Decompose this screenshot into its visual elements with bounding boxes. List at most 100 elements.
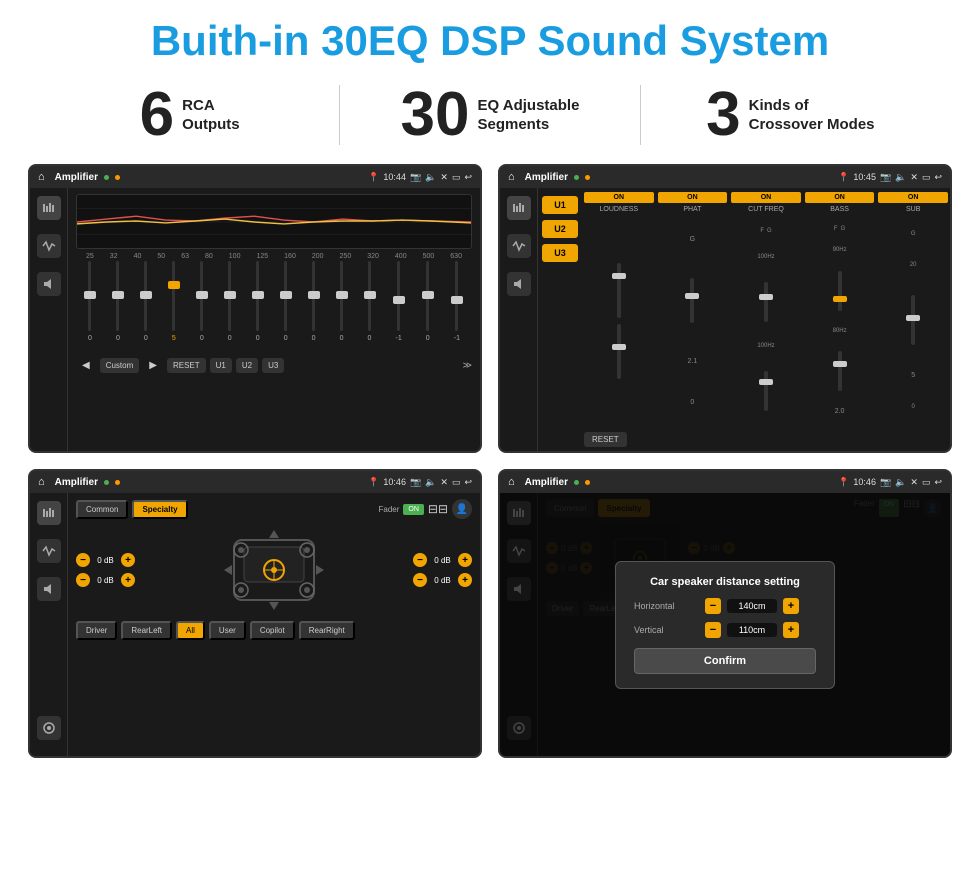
eq-sidebar-speaker[interactable] bbox=[37, 272, 61, 296]
xover-sidebar-eq[interactable] bbox=[507, 196, 531, 220]
pin-icon-br: 📍 bbox=[838, 477, 849, 488]
window-icon: ▭ bbox=[452, 172, 461, 183]
status-icons-bl: 📍 10:46 📷 🔈 ✕ ▭ ↩ bbox=[368, 477, 472, 488]
rl-plus-btn[interactable]: + bbox=[121, 573, 135, 587]
eq-reset-button[interactable]: RESET bbox=[167, 358, 206, 373]
x-icon-bl: ✕ bbox=[440, 477, 448, 488]
footer-all-btn[interactable]: All bbox=[176, 621, 205, 640]
xover-sidebar bbox=[500, 188, 538, 451]
preset-u2[interactable]: U2 bbox=[542, 220, 578, 238]
fr-minus-btn[interactable]: − bbox=[413, 553, 427, 567]
eq-slider-4[interactable]: 0 bbox=[200, 261, 204, 351]
fader-on-btn[interactable]: ON bbox=[403, 504, 424, 515]
pin-icon-bl: 📍 bbox=[368, 477, 379, 488]
user-avatar-icon: 👤 bbox=[452, 499, 472, 519]
screens-grid: ⌂ Amplifier 📍 10:44 📷 🔈 ✕ ▭ ↩ bbox=[0, 164, 980, 774]
eq-slider-5[interactable]: 0 bbox=[228, 261, 232, 351]
fader-sidebar-crossover[interactable] bbox=[37, 716, 61, 740]
bass-slider-g[interactable] bbox=[838, 351, 842, 391]
footer-driver-btn[interactable]: Driver bbox=[76, 621, 117, 640]
preset-u3[interactable]: U3 bbox=[542, 244, 578, 262]
eq-slider-1[interactable]: 0 bbox=[116, 261, 120, 351]
phat-on-btn[interactable]: ON bbox=[658, 192, 728, 203]
cutfreq-slider-f[interactable] bbox=[764, 282, 768, 322]
speaker-fr-control: − 0 dB + bbox=[413, 553, 472, 567]
modal-horizontal-value: 140cm bbox=[727, 599, 777, 613]
eq-slider-12[interactable]: 0 bbox=[426, 261, 430, 351]
status-dot-bl-1 bbox=[104, 480, 109, 485]
eq-slider-8[interactable]: 0 bbox=[312, 261, 316, 351]
confirm-button[interactable]: Confirm bbox=[634, 648, 816, 674]
xover-sidebar-speaker[interactable] bbox=[507, 272, 531, 296]
xover-reset-button[interactable]: RESET bbox=[584, 432, 627, 447]
eq-slider-0[interactable]: 0 bbox=[88, 261, 92, 351]
eq-u1-button[interactable]: U1 bbox=[210, 358, 232, 373]
dialog-content: Common Specialty Fader ON ⊟⊟ 👤 − 0 dB + bbox=[500, 493, 950, 756]
footer-user-btn[interactable]: User bbox=[209, 621, 246, 640]
bass-label: BASS bbox=[830, 206, 849, 213]
preset-u1[interactable]: U1 bbox=[542, 196, 578, 214]
xover-sidebar-wave[interactable] bbox=[507, 234, 531, 258]
fader-sidebar bbox=[30, 493, 68, 756]
status-dot-tr-1 bbox=[574, 175, 579, 180]
fader-label-text: Fader bbox=[378, 505, 399, 514]
loudness-slider[interactable] bbox=[617, 263, 621, 318]
bass-on-btn[interactable]: ON bbox=[805, 192, 875, 203]
fader-sidebar-wave[interactable] bbox=[37, 539, 61, 563]
loudness-on-btn[interactable]: ON bbox=[584, 192, 654, 203]
modal-vertical-plus[interactable]: + bbox=[783, 622, 799, 638]
rr-plus-btn[interactable]: + bbox=[458, 573, 472, 587]
eq-status-bar: ⌂ Amplifier 📍 10:44 📷 🔈 ✕ ▭ ↩ bbox=[30, 166, 480, 188]
eq-sidebar-wave[interactable] bbox=[37, 234, 61, 258]
fader-sidebar-speaker[interactable] bbox=[37, 577, 61, 601]
eq-prev-button[interactable]: ◀ bbox=[76, 357, 96, 374]
bass-slider-f[interactable] bbox=[838, 271, 842, 311]
stat-crossover: 3 Kinds ofCrossover Modes bbox=[641, 84, 940, 146]
sub-slider[interactable] bbox=[911, 295, 915, 345]
back-icon: ↩ bbox=[464, 172, 472, 183]
eq-slider-3[interactable]: 5 bbox=[172, 261, 176, 351]
window-icon-tr: ▭ bbox=[922, 172, 931, 183]
eq-preset-custom[interactable]: Custom bbox=[100, 358, 140, 373]
eq-slider-7[interactable]: 0 bbox=[284, 261, 288, 351]
eq-u3-button[interactable]: U3 bbox=[262, 358, 284, 373]
home-icon: ⌂ bbox=[38, 171, 45, 183]
fl-plus-btn[interactable]: + bbox=[121, 553, 135, 567]
modal-horizontal-plus[interactable]: + bbox=[783, 598, 799, 614]
window-icon-bl: ▭ bbox=[452, 477, 461, 488]
xover-channels-panel: ON LOUDNESS ON PHAT G bbox=[582, 188, 950, 451]
eq-next-button[interactable]: ▶ bbox=[143, 357, 163, 374]
eq-u2-button[interactable]: U2 bbox=[236, 358, 258, 373]
fl-minus-btn[interactable]: − bbox=[76, 553, 90, 567]
cutfreq-slider-g[interactable] bbox=[764, 371, 768, 411]
footer-rearright-btn[interactable]: RearRight bbox=[299, 621, 355, 640]
rr-minus-btn[interactable]: − bbox=[413, 573, 427, 587]
tab-common[interactable]: Common bbox=[76, 500, 128, 519]
fader-sidebar-eq[interactable] bbox=[37, 501, 61, 525]
dialog-screen: ⌂ Amplifier 📍 10:46 📷 🔈 ✕ ▭ ↩ bbox=[498, 469, 952, 758]
eq-sidebar-equalizer[interactable] bbox=[37, 196, 61, 220]
rl-minus-btn[interactable]: − bbox=[76, 573, 90, 587]
stat-rca-text: RCAOutputs bbox=[182, 96, 240, 135]
cutfreq-on-btn[interactable]: ON bbox=[731, 192, 801, 203]
eq-slider-10[interactable]: 0 bbox=[368, 261, 372, 351]
loudness-slider-2[interactable] bbox=[617, 324, 621, 379]
eq-slider-9[interactable]: 0 bbox=[340, 261, 344, 351]
phat-val: 2.1 bbox=[688, 358, 698, 365]
eq-slider-13[interactable]: -1 bbox=[454, 261, 460, 351]
sub-on-btn[interactable]: ON bbox=[878, 192, 948, 203]
eq-slider-2[interactable]: 0 bbox=[144, 261, 148, 351]
footer-rearleft-btn[interactable]: RearLeft bbox=[121, 621, 172, 640]
vol-icon-br: 🔈 bbox=[895, 477, 906, 488]
eq-slider-6[interactable]: 0 bbox=[256, 261, 260, 351]
status-dot-bl-2 bbox=[115, 480, 120, 485]
fr-plus-btn[interactable]: + bbox=[458, 553, 472, 567]
modal-horizontal-minus[interactable]: − bbox=[705, 598, 721, 614]
eq-slider-11[interactable]: -1 bbox=[396, 261, 402, 351]
eq-time: 10:44 bbox=[383, 172, 406, 182]
rl-db-value: 0 dB bbox=[93, 576, 118, 585]
phat-slider[interactable] bbox=[690, 278, 694, 323]
modal-vertical-minus[interactable]: − bbox=[705, 622, 721, 638]
footer-copilot-btn[interactable]: Copilot bbox=[250, 621, 295, 640]
tab-specialty[interactable]: Specialty bbox=[132, 500, 187, 519]
